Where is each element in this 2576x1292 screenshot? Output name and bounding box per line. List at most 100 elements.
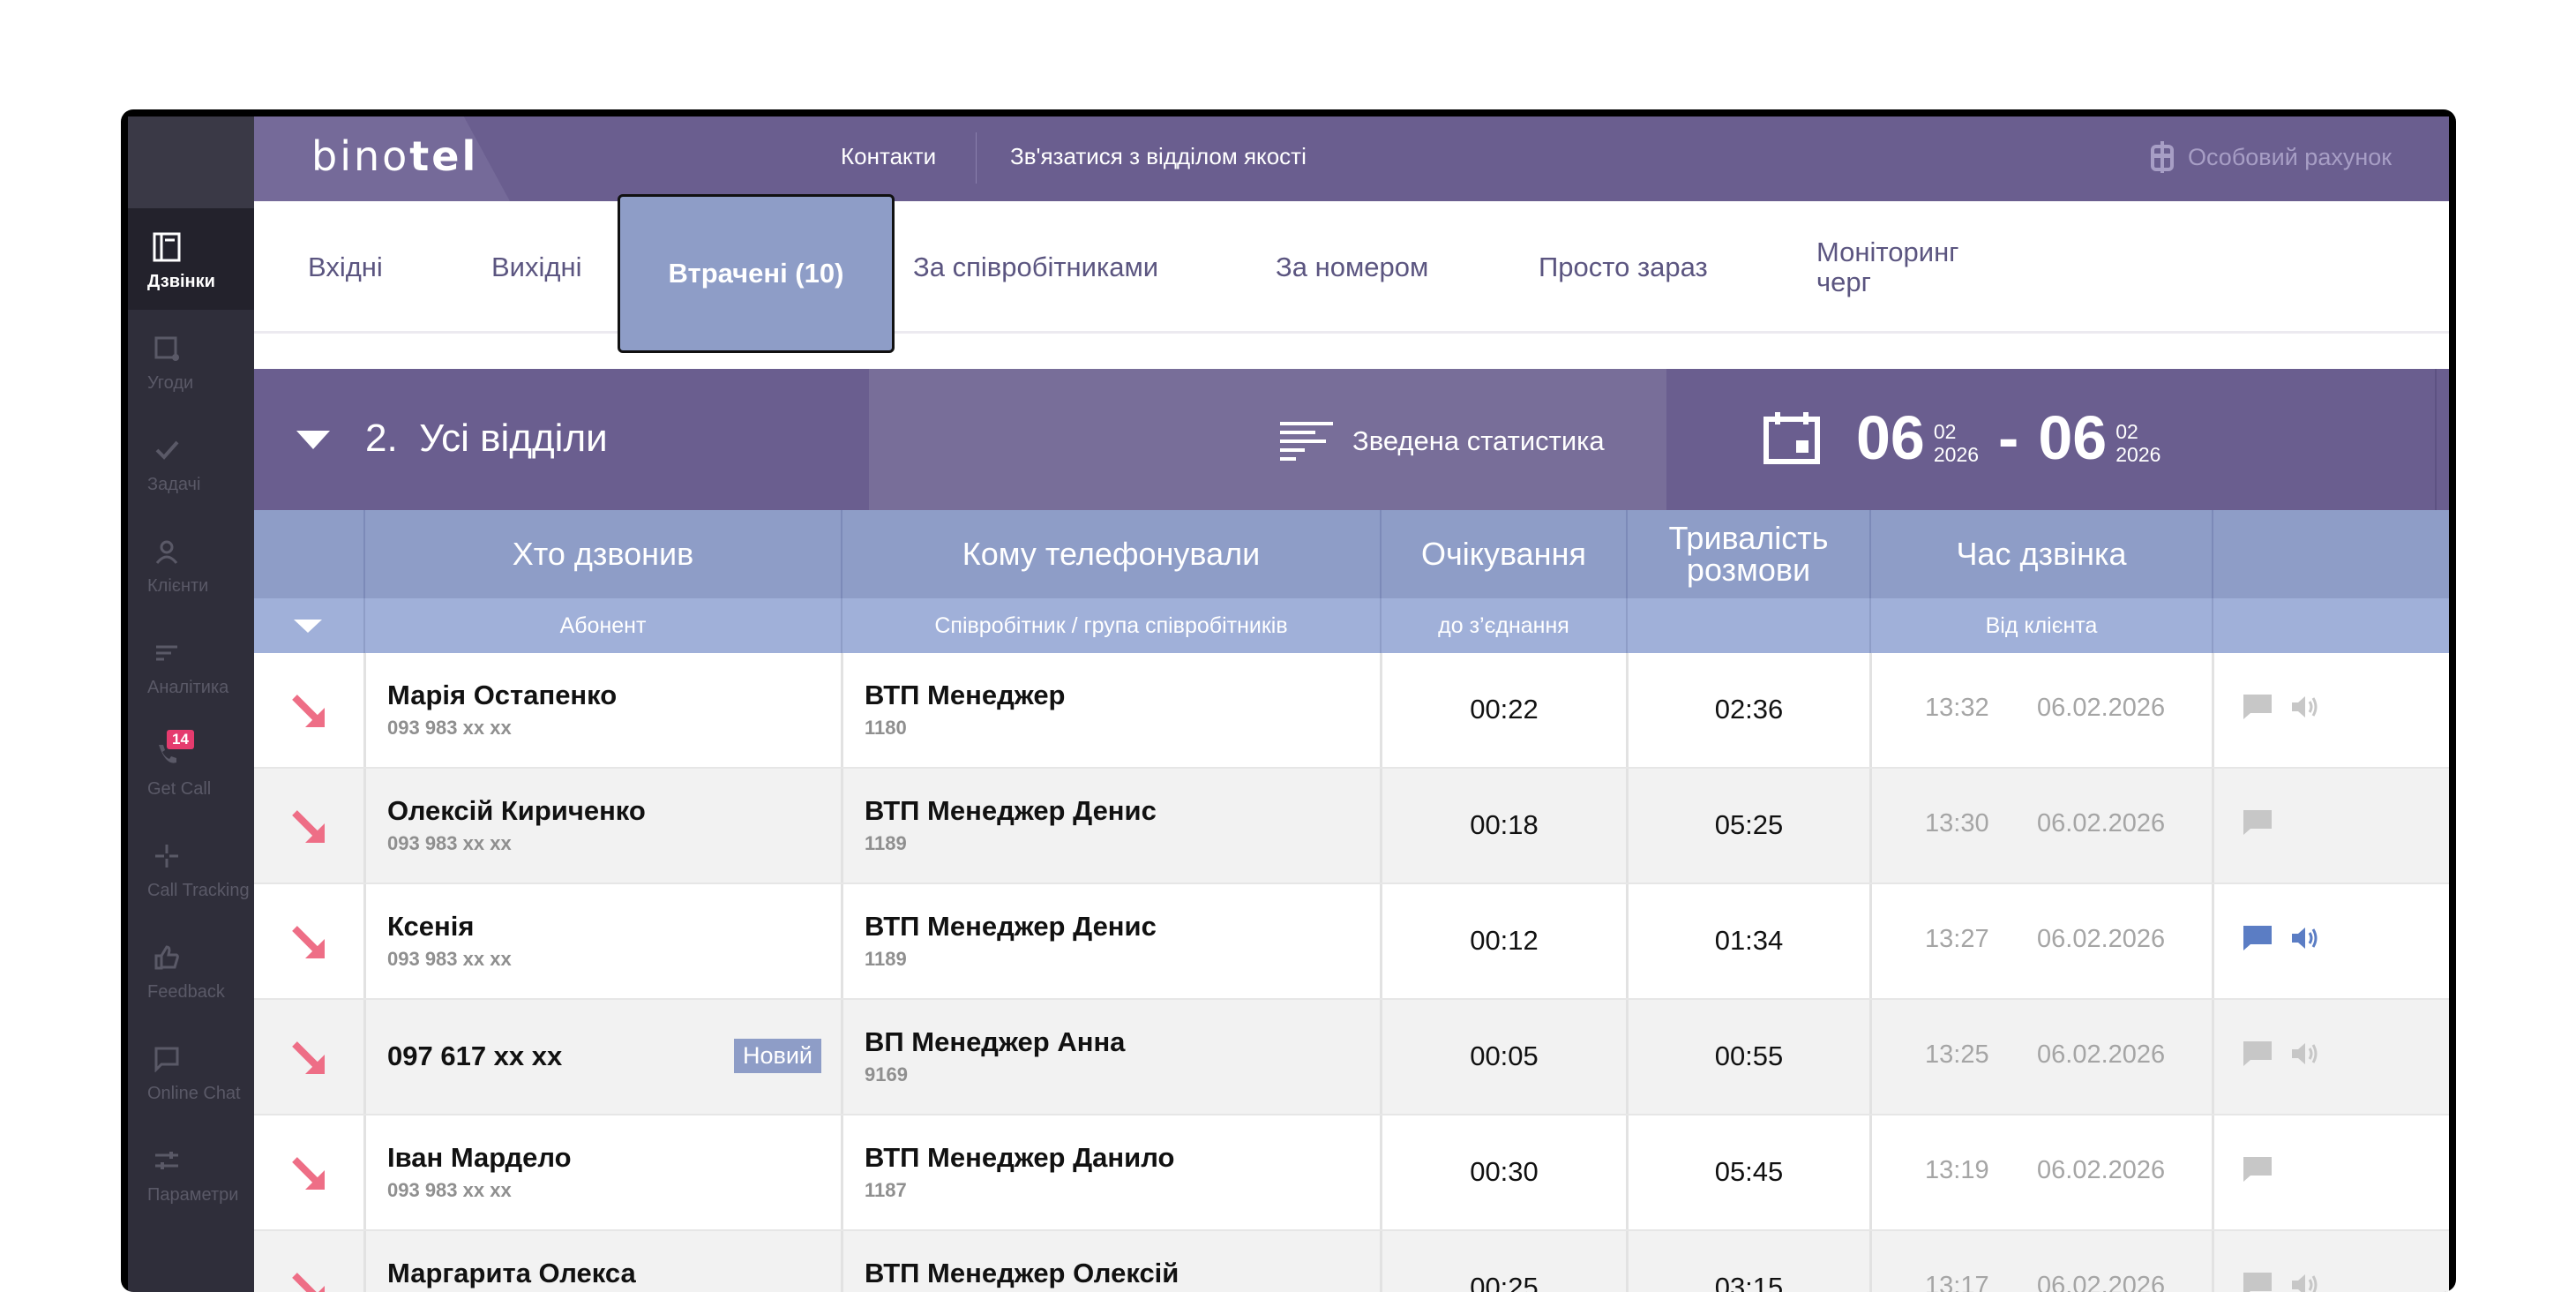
caller-name: Марія Остапенко [387, 680, 618, 710]
call-date: 06.02.2026 [2037, 1272, 2166, 1292]
sidebar-item-getcall[interactable]: 14 Get Call [128, 716, 254, 817]
audio-icon[interactable] [2290, 925, 2320, 951]
date-to-day: 06 [2038, 403, 2108, 472]
tab-outgoing[interactable]: Вихідні [491, 201, 581, 334]
call-date: 06.02.2026 [2037, 925, 2166, 953]
comment-icon[interactable] [2243, 1272, 2273, 1292]
sidebar-item-analytics[interactable]: Аналітика [128, 614, 254, 716]
col-caller[interactable]: Хто дзвонив [363, 510, 841, 598]
subcol-actions [2212, 598, 2449, 653]
missed-call-icon [292, 926, 325, 958]
wait-cell: 00:18 [1380, 769, 1626, 883]
account-selector[interactable]: Особовий рахунок [2151, 141, 2392, 173]
sidebar-item-label: Задачі [147, 475, 201, 494]
call-date: 06.02.2026 [2037, 1156, 2166, 1184]
caller-cell[interactable]: Олексій Кириченко 093 983 xx xx [363, 769, 841, 883]
tab-by-number[interactable]: За номером [1276, 201, 1428, 334]
date-range-picker[interactable]: 06 02 2026 - 06 02 2026 [1763, 402, 2160, 473]
caller-cell[interactable]: Ксенія 093 983 xx xx [363, 884, 841, 998]
chevron-down-icon[interactable] [294, 620, 322, 633]
tab-by-employees[interactable]: За співробітниками [913, 201, 1158, 334]
table-row[interactable]: Маргарита Олекса 093 983 xx xx ВТП Менед… [254, 1231, 2449, 1292]
sidebar-item-calls[interactable]: Дзвінки [128, 208, 254, 310]
tabs-bar: Вхідні Вихідні Втрачені (10) За співробі… [254, 194, 2449, 353]
tab-right-now[interactable]: Просто зараз [1539, 201, 1708, 334]
contacts-link[interactable]: Контакти [841, 143, 936, 170]
audio-icon[interactable] [2290, 694, 2320, 720]
callee-cell[interactable]: ВТП Менеджер Денис 1189 [841, 884, 1380, 998]
analytics-icon [151, 637, 183, 669]
chevron-down-icon[interactable] [296, 431, 330, 449]
comment-icon[interactable] [2243, 1156, 2273, 1183]
quality-dept-link[interactable]: Зв'язатися з відділом якості [1010, 143, 1307, 170]
caller-cell[interactable]: Іван Мардело 093 983 xx xx [363, 1115, 841, 1229]
row-direction-cell [254, 653, 363, 767]
col-duration[interactable]: Тривалість розмови [1626, 510, 1869, 598]
device-frame: Дзвінки Угоди Задачі Клієнти Аналітика 1… [121, 109, 2456, 1292]
callee-cell[interactable]: ВП Менеджер Анна 9169 [841, 1000, 1380, 1114]
callee-cell[interactable]: ВТП Менеджер Олексій 1185 [841, 1231, 1380, 1292]
caller-cell[interactable]: Марія Остапенко 093 983 xx xx [363, 653, 841, 767]
caller-phone: 093 983 xx xx [387, 1179, 512, 1201]
sidebar-item-label: Дзвінки [147, 272, 215, 291]
audio-icon[interactable] [2290, 1040, 2320, 1067]
table-row[interactable]: Іван Мардело 093 983 xx xx ВТП Менеджер … [254, 1115, 2449, 1231]
department-selector[interactable]: 2. Усі відділи [365, 417, 608, 461]
comment-icon[interactable] [2243, 925, 2273, 951]
summary-stats-button[interactable]: Зведена статистика [1280, 422, 1605, 461]
callee-extension: 1187 [865, 1179, 907, 1201]
caller-name: Маргарита Олекса [387, 1258, 636, 1288]
col-callee[interactable]: Кому телефонували [841, 510, 1380, 598]
callee-name: ВТП Менеджер Денис [865, 911, 1157, 942]
wait-time: 00:30 [1470, 1156, 1539, 1187]
table-row[interactable]: Олексій Кириченко 093 983 xx xx ВТП Мене… [254, 769, 2449, 884]
sidebar-item-onlinechat[interactable]: Online Chat [128, 1020, 254, 1122]
missed-call-icon [292, 695, 325, 727]
col-call-time[interactable]: Час дзвінка [1869, 510, 2212, 598]
table-row[interactable]: Ксенія 093 983 xx xx ВТП Менеджер Денис … [254, 884, 2449, 1000]
sidebar-item-calltracking[interactable]: Call Tracking [128, 817, 254, 919]
caller-phone: 093 983 xx xx [387, 717, 512, 739]
sidebar-item-settings[interactable]: Параметри [128, 1122, 254, 1223]
callee-cell[interactable]: ВТП Менеджер Данило 1187 [841, 1115, 1380, 1229]
caller-cell[interactable]: Маргарита Олекса 093 983 xx xx [363, 1231, 841, 1292]
call-time: 13:27 [1925, 925, 1989, 953]
tab-queue-monitoring[interactable]: Моніторинг черг [1816, 201, 1993, 334]
call-duration: 00:55 [1714, 1040, 1784, 1071]
wait-cell: 00:12 [1380, 884, 1626, 998]
duration-cell: 00:55 [1626, 1000, 1869, 1114]
call-time: 13:32 [1925, 694, 1989, 722]
sidebar-item-feedback[interactable]: Feedback [128, 919, 254, 1020]
comment-icon[interactable] [2243, 809, 2273, 836]
caller-cell[interactable]: 097 617 xx xx Новий [363, 1000, 841, 1114]
callee-name: ВТП Менеджер [865, 680, 1066, 710]
duration-cell: 05:25 [1626, 769, 1869, 883]
table-row[interactable]: Марія Остапенко 093 983 xx xx ВТП Менедж… [254, 653, 2449, 769]
callee-name: ВТП Менеджер Денис [865, 795, 1157, 826]
sidebar-item-clients[interactable]: Клієнти [128, 513, 254, 614]
call-time-cell: 13:19 06.02.2026 [1869, 1115, 2212, 1229]
actions-cell [2212, 1231, 2449, 1292]
col-wait[interactable]: Очікування [1380, 510, 1626, 598]
missed-call-icon [292, 1041, 325, 1074]
call-time-cell: 13:25 06.02.2026 [1869, 1000, 2212, 1114]
sidebar-item-tasks[interactable]: Задачі [128, 411, 254, 513]
comment-icon[interactable] [2243, 694, 2273, 720]
sidebar-item-label: Call Tracking [147, 881, 250, 900]
caller-phone: 093 983 xx xx [387, 948, 512, 970]
table-row[interactable]: 097 617 xx xx Новий ВП Менеджер Анна 916… [254, 1000, 2449, 1115]
audio-icon[interactable] [2290, 1272, 2320, 1292]
tab-missed[interactable]: Втрачені (10) [618, 194, 895, 353]
missed-call-icon [292, 1273, 325, 1292]
comment-icon[interactable] [2243, 1040, 2273, 1067]
bars-icon [1280, 422, 1333, 461]
binotel-logo[interactable]: binotel [311, 132, 478, 180]
sidebar-item-label: Угоди [147, 373, 194, 393]
callee-cell[interactable]: ВТП Менеджер 1180 [841, 653, 1380, 767]
check-icon [151, 434, 183, 466]
callee-cell[interactable]: ВТП Менеджер Денис 1189 [841, 769, 1380, 883]
date-from-year: 2026 [1933, 443, 1980, 466]
tab-incoming[interactable]: Вхідні [308, 201, 383, 334]
user-icon [151, 536, 183, 567]
sidebar-item-deals[interactable]: Угоди [128, 310, 254, 411]
